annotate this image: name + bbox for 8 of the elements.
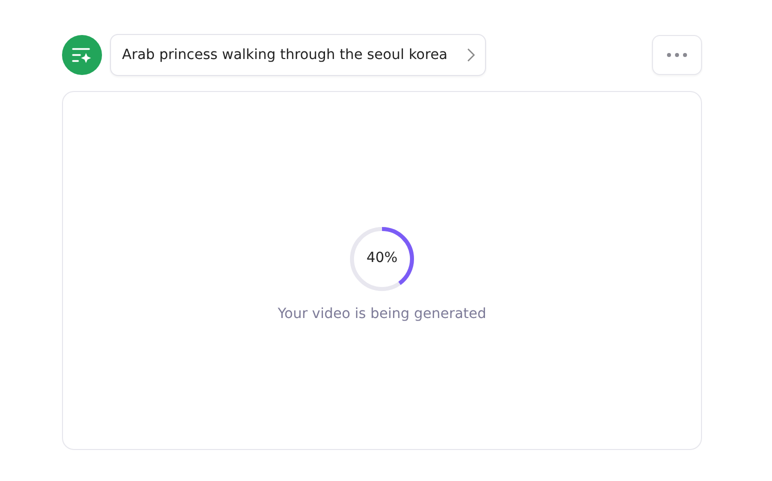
status-message: Your video is being generated bbox=[278, 306, 486, 322]
progress-ring bbox=[349, 226, 415, 292]
progress-percent: 40% bbox=[366, 250, 398, 267]
more-icon bbox=[667, 53, 687, 57]
more-button[interactable] bbox=[652, 35, 702, 75]
sparkle-list-icon bbox=[71, 46, 93, 64]
prompt-button[interactable]: Arab princess walking through the seoul korea bbox=[110, 34, 486, 76]
chevron-right-icon bbox=[467, 48, 475, 62]
